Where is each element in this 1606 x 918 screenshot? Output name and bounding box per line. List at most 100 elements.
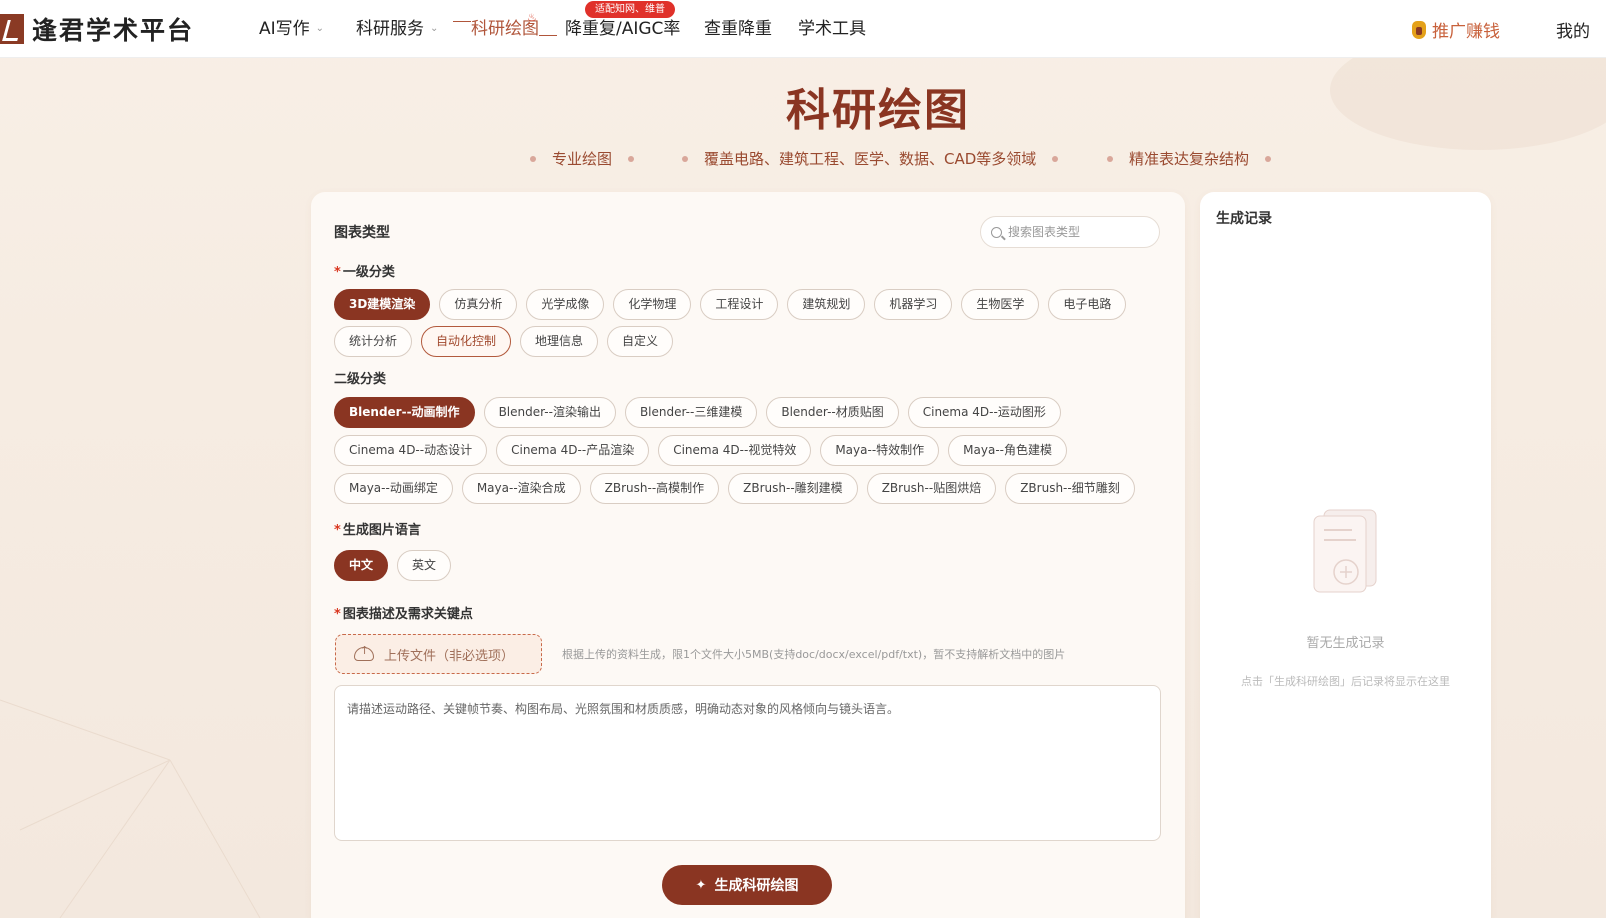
feature-item: 专业绘图	[530, 148, 635, 169]
chevron-down-icon: ⌄	[430, 23, 439, 34]
level2-chip[interactable]: Cinema 4D--视觉特效	[658, 435, 812, 466]
language-chip[interactable]: 英文	[397, 550, 452, 581]
required-mark: *	[334, 265, 341, 280]
empty-state-hint: 点击「生成科研绘图」后记录将显示在这里	[1241, 675, 1450, 688]
nav-research-drawing[interactable]: ♨ 科研绘图	[453, 11, 557, 41]
section-title-chart-type: 图表类型	[334, 225, 390, 241]
level1-chip[interactable]: 生物医学	[961, 289, 1040, 320]
level2-chip[interactable]: Maya--特效制作	[820, 435, 940, 466]
level2-chip[interactable]: Cinema 4D--动态设计	[334, 435, 488, 466]
level1-chip[interactable]: 电子电路	[1048, 289, 1127, 320]
level1-chip[interactable]: 机器学习	[874, 289, 953, 320]
level1-chip[interactable]: 3D建模渲染	[334, 289, 431, 320]
level2-chip[interactable]: Blender--三维建模	[624, 397, 758, 428]
upload-hint: 根据上传的资料生成，限1个文件大小5MB(支持doc/docx/excel/pd…	[562, 648, 1066, 661]
level2-chip[interactable]: Maya--动画绑定	[334, 473, 453, 504]
dot-icon	[1107, 155, 1113, 162]
search-input[interactable]	[1008, 225, 1148, 239]
feature-label: 覆盖电路、建筑工程、医学、数据、CAD等多领域	[704, 150, 1037, 168]
nav-ai-writing[interactable]: AI写作 ⌄	[259, 17, 324, 41]
feature-label: 专业绘图	[552, 150, 613, 168]
empty-state-text: 暂无生成记录	[1306, 636, 1385, 651]
level1-chip[interactable]: 自动化控制	[421, 326, 512, 357]
promo-label: 推广赚钱	[1432, 22, 1500, 42]
level2-chip[interactable]: ZBrush--贴图烘焙	[866, 473, 997, 504]
level1-chip[interactable]: 仿真分析	[439, 289, 518, 320]
level2-row-1: Blender--动画制作 Blender--渲染输出 Blender--三维建…	[334, 397, 1061, 428]
active-decoration-left	[453, 21, 471, 43]
level2-chip[interactable]: Maya--角色建模	[948, 435, 1067, 466]
chevron-down-icon: ⌄	[315, 23, 325, 34]
generate-button[interactable]: ✦ 生成科研绘图	[662, 865, 832, 905]
description-textarea[interactable]	[334, 685, 1161, 841]
upload-file-button[interactable]: 上传文件（非必选项）	[335, 634, 542, 674]
cloud-upload-icon	[354, 644, 374, 661]
description-label-text: 图表描述及需求关键点	[342, 607, 473, 622]
description-label: * 图表描述及需求关键点	[334, 603, 473, 622]
level2-chip[interactable]: Blender--渲染输出	[483, 397, 616, 428]
level2-chip[interactable]: Blender--材质贴图	[766, 397, 899, 428]
level2-row-2: Cinema 4D--动态设计 Cinema 4D--产品渲染 Cinema 4…	[334, 435, 1067, 466]
nav-ai-writing-label: AI写作	[259, 19, 310, 39]
language-row: 中文 英文	[334, 550, 452, 581]
nav-research-service[interactable]: 科研服务 ⌄	[356, 17, 438, 41]
level2-chip[interactable]: ZBrush--高模制作	[589, 473, 720, 504]
hot-badge: 适配知网、维普	[585, 1, 675, 18]
level2-chip[interactable]: Cinema 4D--产品渲染	[496, 435, 650, 466]
level2-chip[interactable]: ZBrush--雕刻建模	[728, 473, 858, 504]
language-label: * 生成图片语言	[334, 519, 421, 538]
feature-label: 精准表达复杂结构	[1129, 150, 1250, 168]
upload-label: 上传文件（非必选项）	[384, 648, 515, 664]
dot-icon	[530, 155, 536, 162]
level1-chip[interactable]: 化学物理	[613, 289, 692, 320]
nav-plagiarism-check-label: 查重降重	[704, 19, 772, 39]
nav-mine[interactable]: 我的	[1556, 17, 1590, 42]
level2-chip[interactable]: ZBrush--细节雕刻	[1005, 473, 1135, 504]
dot-icon	[682, 155, 688, 162]
money-bag-icon	[1412, 20, 1426, 39]
brand-name: 逢君学术平台	[32, 16, 195, 45]
chart-type-search[interactable]	[980, 216, 1160, 248]
level1-chip[interactable]: 建筑规划	[787, 289, 866, 320]
level1-chip[interactable]: 工程设计	[700, 289, 779, 320]
level1-chip[interactable]: 地理信息	[520, 326, 599, 357]
level1-row-2: 统计分析 自动化控制 地理信息 自定义	[334, 326, 674, 357]
dot-icon	[1052, 155, 1059, 162]
level2-label: 二级分类	[334, 372, 387, 387]
level2-chip[interactable]: Maya--渲染合成	[461, 473, 581, 504]
nav-research-service-label: 科研服务	[356, 19, 424, 39]
level1-label-text: 一级分类	[342, 265, 395, 280]
active-decoration-right	[539, 35, 557, 57]
level2-chip[interactable]: Cinema 4D--运动图形	[907, 397, 1061, 428]
brand-logo[interactable]: 逢君学术平台	[0, 12, 194, 46]
level2-row-3: Maya--动画绑定 Maya--渲染合成 ZBrush--高模制作 ZBrus…	[334, 473, 1135, 504]
nav-reduce-aigc-label: 降重复/AIGC率	[565, 19, 681, 39]
level2-chip[interactable]: Blender--动画制作	[334, 397, 475, 428]
level1-chip[interactable]: 光学成像	[526, 289, 605, 320]
nav-academic-tools-label: 学术工具	[798, 19, 866, 39]
history-panel: 生成记录 暂无生成记录 点击「生成科研绘图」后记录将显示在这里	[1200, 192, 1491, 918]
level1-chip[interactable]: 统计分析	[334, 326, 413, 357]
history-title: 生成记录	[1216, 211, 1272, 227]
page-title: 科研绘图	[786, 85, 970, 136]
level1-row-1: 3D建模渲染 仿真分析 光学成像 化学物理 工程设计 建筑规划 机器学习 生物医…	[334, 289, 1127, 320]
dot-icon	[628, 155, 635, 162]
level1-label: * 一级分类	[334, 261, 395, 280]
feature-item: 精准表达复杂结构	[1107, 148, 1272, 169]
required-mark: *	[334, 523, 341, 538]
sparkle-icon: ✦	[695, 877, 707, 893]
dot-icon	[1265, 155, 1272, 162]
promo-link[interactable]: 推广赚钱	[1412, 17, 1500, 42]
required-mark: *	[334, 607, 341, 622]
generate-label: 生成科研绘图	[714, 878, 799, 894]
nav-academic-tools[interactable]: 学术工具	[798, 17, 866, 41]
language-chip[interactable]: 中文	[334, 550, 389, 581]
nav-reduce-aigc[interactable]: 降重复/AIGC率	[565, 17, 680, 41]
search-icon	[991, 226, 1002, 238]
feature-item: 覆盖电路、建筑工程、医学、数据、CAD等多领域	[682, 148, 1059, 169]
level1-chip[interactable]: 自定义	[607, 326, 674, 357]
nav-plagiarism-check[interactable]: 查重降重	[704, 17, 772, 41]
drawing-form-panel: 图表类型 *一级分类 3D建模渲染 仿真分析 光学成像 化学物理 工程设计 建筑…	[311, 192, 1185, 918]
language-label-text: 生成图片语言	[342, 523, 421, 538]
flame-icon: ♨	[527, 11, 537, 24]
